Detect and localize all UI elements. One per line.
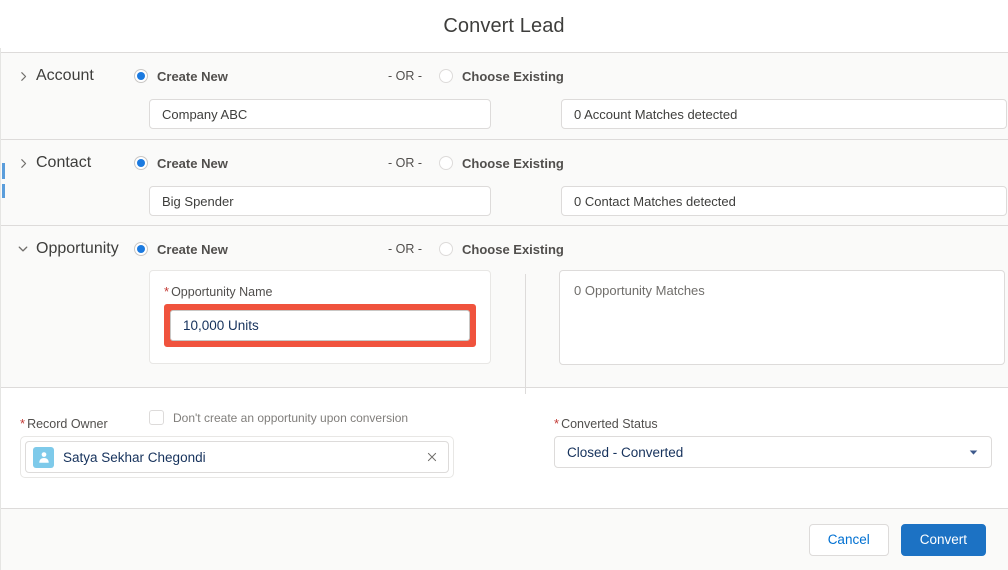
left-edge-accent-mark-2 [2,184,5,198]
opportunity-name-highlight: 10,000 Units [164,304,476,347]
section-opportunity: Opportunity Create New - OR - Choose Exi… [0,226,1008,425]
no-opportunity-checkbox-row[interactable]: Don't create an opportunity upon convers… [149,410,992,425]
account-choose-existing-label: Choose Existing [462,68,564,84]
cancel-button[interactable]: Cancel [808,523,889,556]
contact-matches-input[interactable]: 0 Contact Matches detected [561,186,1007,216]
opportunity-create-new-radio[interactable]: Create New [134,242,228,257]
radio-indicator [134,156,148,170]
account-name-value: Company ABC [162,106,248,122]
page-title: Convert Lead [443,14,565,37]
converted-status-group: * Converted Status Closed - Converted [554,416,992,488]
left-edge-accent-mark-1 [2,163,5,179]
contact-choose-existing-label: Choose Existing [462,155,564,171]
contact-section-label: Contact [36,154,92,171]
opportunity-section-label: Opportunity [36,240,119,257]
contact-section-toggle[interactable]: Contact [16,154,134,172]
contact-choose-existing-radio[interactable]: Choose Existing [439,156,564,171]
opportunity-choose-existing-label: Choose Existing [462,241,564,257]
account-create-new-label: Create New [157,68,228,84]
no-opportunity-checkbox-label: Don't create an opportunity upon convers… [173,410,409,425]
record-owner-lookup[interactable]: Satya Sekhar Chegondi [20,436,454,478]
chevron-down-icon [16,242,30,256]
radio-indicator [439,242,453,256]
record-owner-label-text: Record Owner [27,417,108,431]
contact-create-new-radio[interactable]: Create New [134,156,228,171]
chevron-right-icon [16,156,30,170]
opportunity-name-value: 10,000 Units [183,318,259,333]
user-avatar-icon [33,446,54,468]
no-opportunity-checkbox[interactable] [149,410,164,425]
opportunity-matches-box[interactable]: 0 Opportunity Matches [559,270,1005,365]
chevron-right-icon [16,69,30,83]
left-edge-rail [0,48,1,570]
opportunity-create-new-label: Create New [157,241,228,257]
contact-or-separator: - OR - [387,156,423,170]
account-section-label: Account [36,67,94,84]
record-owner-value: Satya Sekhar Chegondi [63,449,206,465]
opportunity-choose-existing-radio[interactable]: Choose Existing [439,242,564,257]
opportunity-section-toggle[interactable]: Opportunity [16,240,134,258]
modal-body: Account Create New - OR - Choose Existin… [0,53,1008,508]
required-marker: * [164,284,170,299]
radio-indicator [439,69,453,83]
record-owner-pill[interactable]: Satya Sekhar Chegondi [25,441,449,473]
opportunity-name-input[interactable]: 10,000 Units [170,310,470,341]
section-account: Account Create New - OR - Choose Existin… [0,53,1008,140]
converted-status-value: Closed - Converted [567,444,684,460]
account-or-separator: - OR - [387,69,423,83]
radio-indicator [439,156,453,170]
close-icon[interactable] [424,449,440,465]
opportunity-matches-value: 0 Opportunity Matches [574,283,705,298]
converted-status-select[interactable]: Closed - Converted [554,436,992,468]
modal-header: Convert Lead [0,0,1008,53]
contact-name-input[interactable]: Big Spender [149,186,491,216]
account-section-toggle[interactable]: Account [16,67,134,85]
owner-status-section: * Record Owner Satya Sekhar Chegondi * C… [0,388,1008,506]
account-matches-value: 0 Account Matches detected [574,106,738,122]
modal-footer: Cancel Convert [0,508,1008,570]
radio-indicator [134,69,148,83]
contact-matches-value: 0 Contact Matches detected [574,193,736,209]
account-choose-existing-radio[interactable]: Choose Existing [439,69,564,84]
required-marker: * [20,416,26,431]
section-contact: Contact Create New - OR - Choose Existin… [0,140,1008,226]
radio-indicator [134,242,148,256]
convert-lead-modal: Convert Lead Account Create New - OR - C… [0,0,1008,570]
contact-create-new-label: Create New [157,155,228,171]
chevron-down-icon[interactable] [967,446,979,458]
opportunity-or-divider [524,274,526,394]
opportunity-or-separator: - OR - [387,242,423,256]
opportunity-new-card: * Opportunity Name 10,000 Units [149,270,491,364]
record-owner-group: * Record Owner Satya Sekhar Chegondi [20,416,554,488]
opportunity-name-label-text: Opportunity Name [171,285,273,299]
account-name-input[interactable]: Company ABC [149,99,491,129]
opportunity-name-field-label: * Opportunity Name [164,284,476,299]
convert-button[interactable]: Convert [900,523,986,556]
account-create-new-radio[interactable]: Create New [134,69,228,84]
contact-name-value: Big Spender [162,193,234,209]
account-matches-input[interactable]: 0 Account Matches detected [561,99,1007,129]
